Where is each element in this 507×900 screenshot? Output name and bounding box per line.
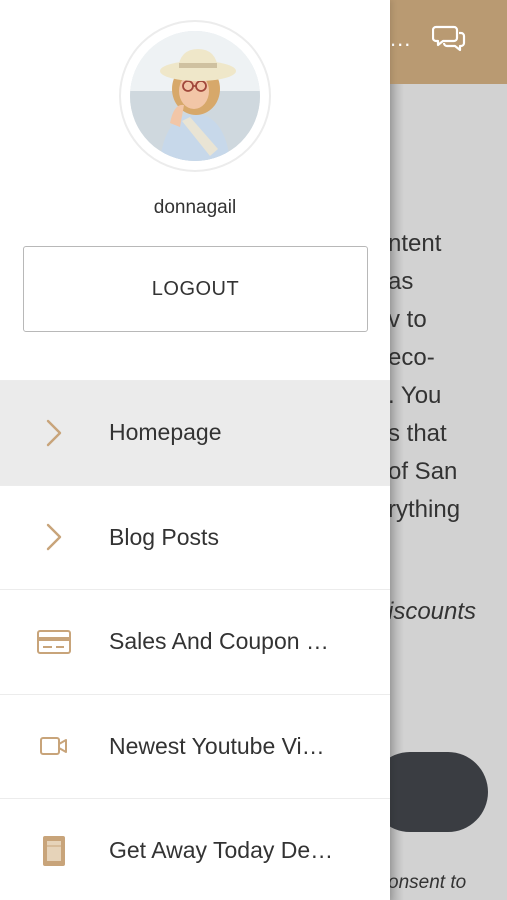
menu-item-label: Get Away Today De… — [109, 837, 334, 864]
header-more-text: ... — [390, 26, 412, 51]
chevron-right-icon — [36, 415, 72, 451]
menu-item-get-away-today[interactable]: Get Away Today De… — [0, 798, 390, 900]
menu-item-label: Newest Youtube Vi… — [109, 732, 325, 759]
book-icon — [36, 833, 72, 869]
chat-bubbles-icon[interactable] — [432, 22, 468, 52]
background-text-line: rything — [388, 496, 461, 523]
menu-item-label: Sales And Coupon … — [109, 628, 329, 655]
background-text-line: v to — [388, 306, 427, 333]
video-camera-icon — [36, 728, 72, 764]
chevron-right-icon — [36, 519, 72, 555]
menu-item-youtube-videos[interactable]: Newest Youtube Vi… — [0, 693, 390, 799]
drawer-menu: Homepage Blog Posts Sales And Coupon … N… — [0, 380, 390, 900]
background-text-line: eco- — [388, 344, 435, 371]
background-text-line: s that — [388, 420, 447, 447]
background-italic-line: iscounts — [388, 598, 477, 625]
menu-item-blog-posts[interactable]: Blog Posts — [0, 484, 390, 590]
username: donnagail — [153, 197, 237, 218]
background-text-line: ntent — [388, 230, 442, 257]
background-text-line: as — [388, 268, 414, 295]
avatar-photo — [130, 31, 260, 161]
credit-card-icon — [36, 624, 72, 660]
menu-item-label: Homepage — [109, 419, 222, 446]
navigation-drawer: donnagail LOGOUT Homepage Blog Posts Sal… — [0, 0, 390, 900]
menu-item-homepage[interactable]: Homepage — [0, 380, 390, 485]
background-text-line: . You — [388, 382, 442, 409]
logout-button[interactable]: LOGOUT — [23, 246, 368, 332]
avatar[interactable] — [130, 31, 260, 161]
background-footer-line: onsent to — [388, 872, 467, 893]
background-text-line: of San — [388, 458, 458, 485]
avatar-ring — [119, 20, 271, 172]
menu-item-sales-and-coupons[interactable]: Sales And Coupon … — [0, 589, 390, 694]
menu-item-label: Blog Posts — [109, 523, 219, 550]
